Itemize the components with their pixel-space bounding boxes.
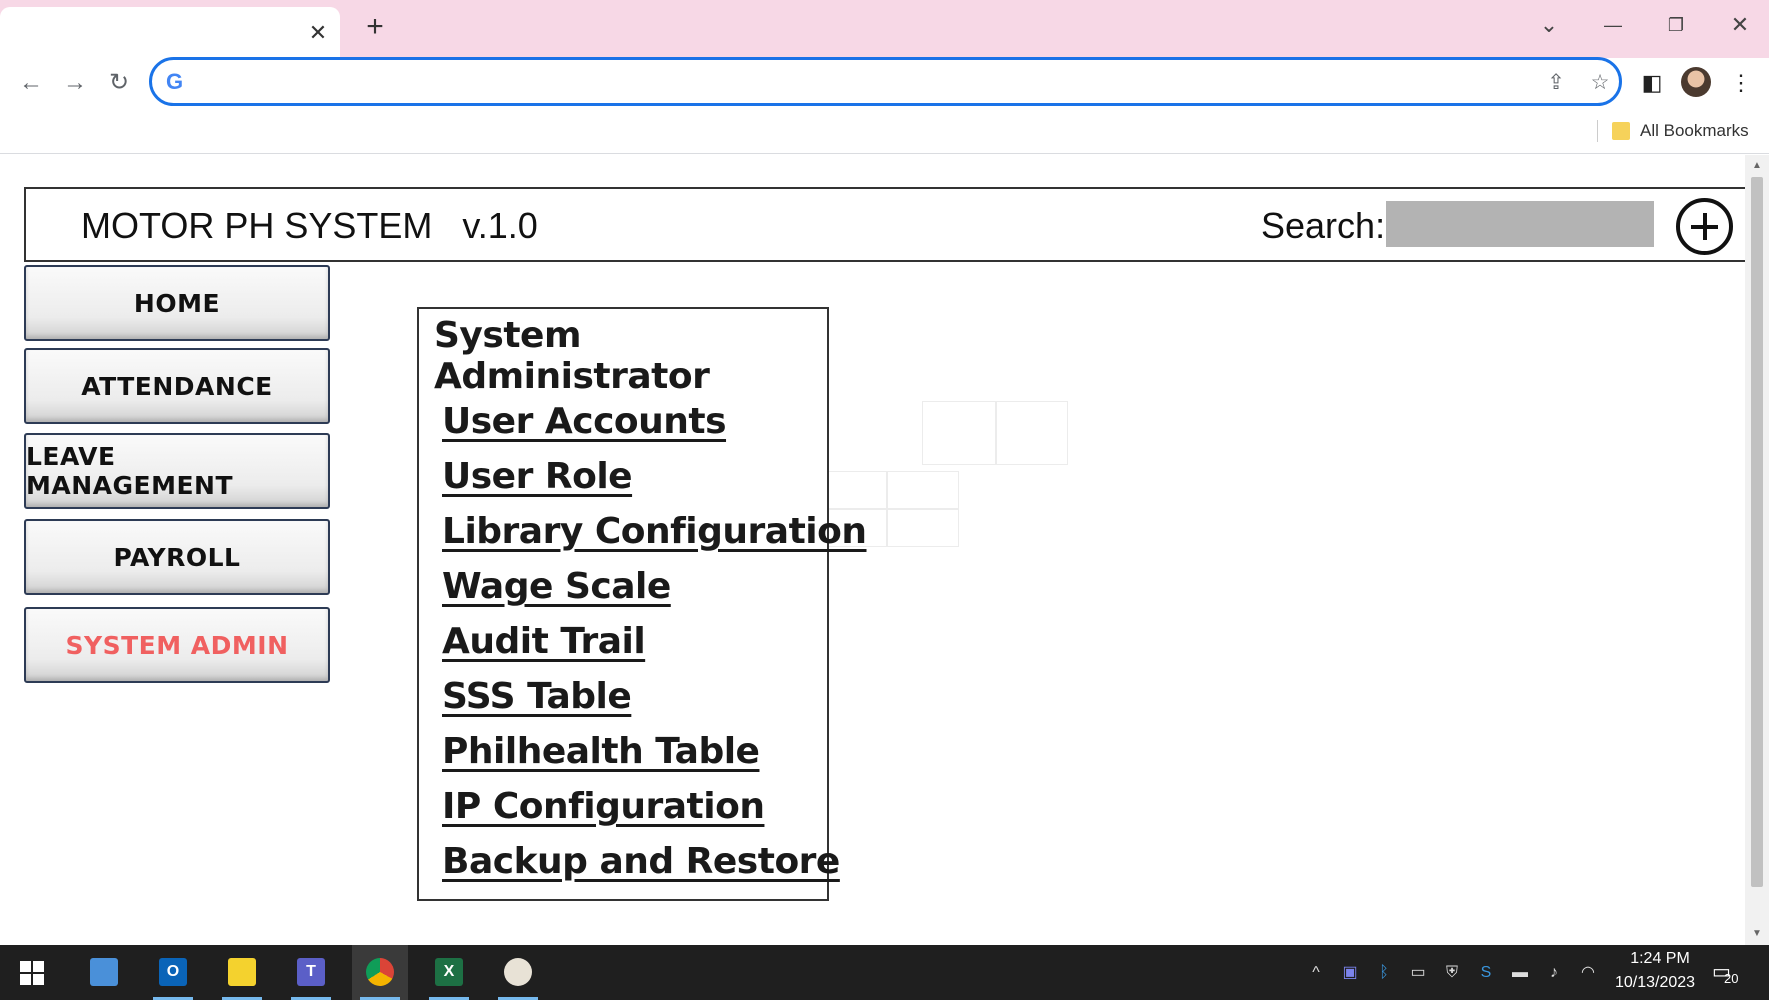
computer-icon xyxy=(90,958,118,986)
app-title: MOTOR PH SYSTEM v.1.0 xyxy=(81,205,538,246)
folder-icon xyxy=(1612,122,1630,140)
bluetooth-icon[interactable]: ᛒ xyxy=(1373,962,1395,984)
decorative-grid xyxy=(887,509,959,547)
paint-icon[interactable] xyxy=(490,945,546,1000)
page-content: MOTOR PH SYSTEM v.1.0 Search: HOME ATTEN… xyxy=(0,155,1769,945)
sidebar-item-leave-management[interactable]: LEAVE MANAGEMENT xyxy=(24,433,330,509)
decorative-grid xyxy=(887,471,959,509)
all-bookmarks-link[interactable]: All Bookmarks xyxy=(1640,121,1749,141)
windows-start-icon[interactable] xyxy=(20,961,44,985)
plus-circle-icon[interactable] xyxy=(1676,198,1733,255)
new-tab-button[interactable]: + xyxy=(360,12,390,43)
divider xyxy=(1597,120,1598,142)
windows-taskbar: O T X ^ ▣ ᛒ ▭ ⛨ S ▬ ♪ ◠ 1:24 PM 10/13/20… xyxy=(0,945,1769,1000)
sidebar-item-system-admin[interactable]: SYSTEM ADMIN xyxy=(24,607,330,683)
system-admin-panel: System Administrator User Accounts User … xyxy=(417,307,867,901)
share-icon[interactable]: ⇪ xyxy=(1544,71,1568,95)
close-window-button[interactable]: ✕ xyxy=(1720,10,1760,40)
audit-trail-link[interactable]: Audit Trail xyxy=(442,621,646,662)
chrome-logo xyxy=(366,958,394,986)
vertical-scrollbar[interactable]: ▲ ▼ xyxy=(1745,155,1769,945)
menu-icon[interactable]: ⋮ xyxy=(1726,68,1756,98)
display-icon[interactable]: ▭ xyxy=(1407,962,1429,984)
search-input[interactable] xyxy=(1386,201,1654,247)
scroll-thumb[interactable] xyxy=(1751,177,1763,887)
chrome-icon[interactable] xyxy=(352,945,408,1000)
sidebar-item-attendance[interactable]: ATTENDANCE xyxy=(24,348,330,424)
panel-title: System Administrator xyxy=(434,315,710,397)
sticky-notes-icon[interactable] xyxy=(214,945,270,1000)
sidebar-item-payroll[interactable]: PAYROLL xyxy=(24,519,330,595)
google-icon: G xyxy=(166,69,184,94)
ip-configuration-link[interactable]: IP Configuration xyxy=(442,786,765,827)
search-label: Search: xyxy=(1261,205,1386,246)
notification-count: 20 xyxy=(1724,971,1739,986)
user-accounts-link[interactable]: User Accounts xyxy=(442,401,727,442)
scroll-up-icon[interactable]: ▲ xyxy=(1749,159,1765,173)
chevron-up-icon[interactable]: ^ xyxy=(1305,962,1327,984)
teams-icon[interactable]: T xyxy=(283,945,339,1000)
s-app-icon[interactable]: S xyxy=(1475,962,1497,984)
side-panel-icon[interactable]: ◧ xyxy=(1637,68,1667,98)
profile-avatar[interactable] xyxy=(1681,67,1711,97)
back-button[interactable]: ← xyxy=(16,68,46,98)
outlook-letter: O xyxy=(159,958,187,986)
volume-icon[interactable]: ♪ xyxy=(1543,962,1565,984)
address-bar[interactable]: G ⇪ ☆ xyxy=(149,57,1622,106)
backup-and-restore-link[interactable]: Backup and Restore xyxy=(442,841,840,882)
notifications-icon[interactable]: ▭ 20 xyxy=(1710,959,1746,989)
sidebar-item-home[interactable]: HOME xyxy=(24,265,330,341)
star-icon[interactable]: ☆ xyxy=(1588,71,1612,95)
note-icon xyxy=(228,958,256,986)
excel-icon[interactable]: X xyxy=(421,945,477,1000)
reload-button[interactable]: ↻ xyxy=(104,68,134,98)
user-role-link[interactable]: User Role xyxy=(442,456,633,497)
wifi-icon[interactable]: ◠ xyxy=(1577,962,1599,984)
scroll-down-icon[interactable]: ▼ xyxy=(1749,927,1765,941)
restore-button[interactable]: ❐ xyxy=(1656,10,1696,40)
bookmarks-bar: All Bookmarks xyxy=(0,108,1769,154)
teams-tray-icon[interactable]: ▣ xyxy=(1339,962,1361,984)
browser-tab[interactable]: ✕ xyxy=(0,7,340,58)
palette-icon xyxy=(504,958,532,986)
clock-date[interactable]: 10/13/2023 xyxy=(1600,974,1710,992)
clock-time[interactable]: 1:24 PM xyxy=(1620,950,1700,968)
excel-letter: X xyxy=(435,958,463,986)
security-icon[interactable]: ⛨ xyxy=(1441,962,1463,984)
forward-button[interactable]: → xyxy=(60,68,90,98)
outlook-icon[interactable]: O xyxy=(145,945,201,1000)
network-icon[interactable]: ▬ xyxy=(1509,962,1531,984)
library-configuration-link[interactable]: Library Configuration xyxy=(442,511,867,552)
teams-letter: T xyxy=(297,958,325,986)
tab-strip: ✕ + ⌄ — ❐ ✕ xyxy=(0,0,1769,58)
tab-search-icon[interactable]: ⌄ xyxy=(1529,10,1569,40)
minimize-button[interactable]: — xyxy=(1593,10,1633,40)
philhealth-table-link[interactable]: Philhealth Table xyxy=(442,731,760,772)
wage-scale-link[interactable]: Wage Scale xyxy=(442,566,671,607)
file-explorer-icon[interactable] xyxy=(76,945,132,1000)
app-header: MOTOR PH SYSTEM v.1.0 Search: xyxy=(24,187,1752,262)
tab-close-icon[interactable]: ✕ xyxy=(306,21,330,45)
sss-table-link[interactable]: SSS Table xyxy=(442,676,632,717)
decorative-grid xyxy=(922,401,996,465)
decorative-grid xyxy=(996,401,1068,465)
